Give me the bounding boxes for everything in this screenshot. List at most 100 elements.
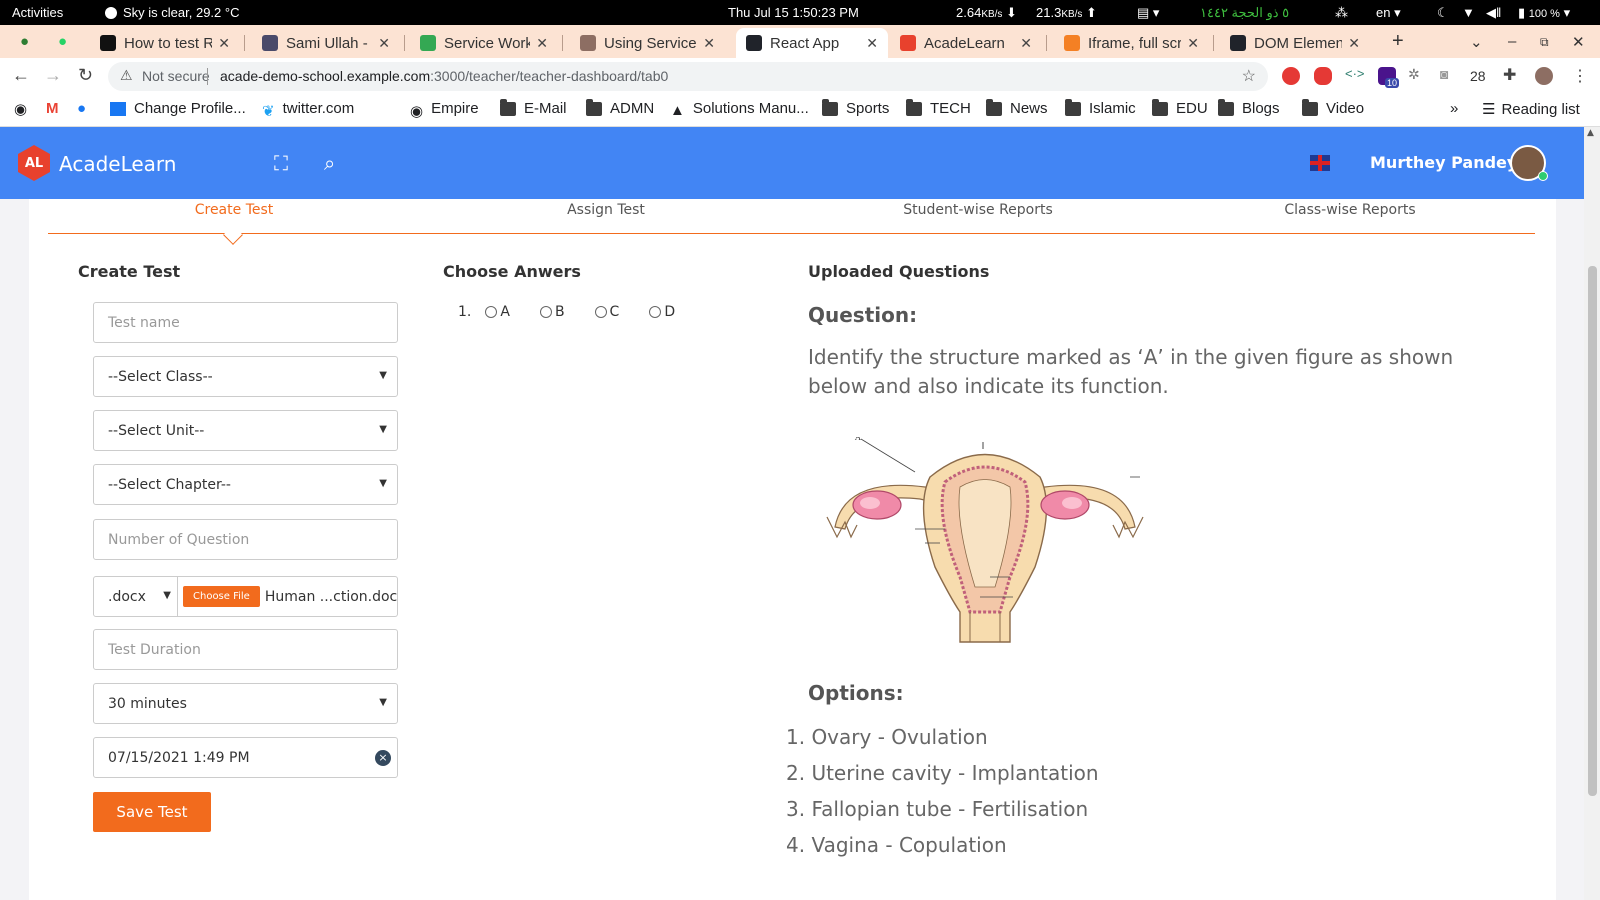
brand-name[interactable]: AcadeLearn: [59, 152, 176, 176]
back-button[interactable]: ←: [12, 65, 30, 86]
bookmark-star-icon[interactable]: ☆: [1242, 66, 1256, 86]
save-test-button[interactable]: Save Test: [93, 792, 211, 832]
bookmark-item[interactable]: News: [986, 98, 1048, 117]
language-indicator[interactable]: en ▾: [1376, 5, 1401, 21]
bookmark-item[interactable]: Sports: [822, 98, 889, 117]
tab-close-icon[interactable]: ✕: [1020, 35, 1032, 52]
bookmark-item[interactable]: E-Mail: [500, 98, 567, 117]
bookmark-item[interactable]: Change Profile...: [110, 100, 246, 117]
bookmark-item[interactable]: Blogs: [1218, 98, 1280, 117]
facebook-icon[interactable]: ●: [77, 100, 86, 117]
bookmark-item[interactable]: TECH: [906, 98, 971, 117]
bookmark-item[interactable]: ADMN: [586, 98, 654, 117]
tab-close-icon[interactable]: ✕: [1187, 35, 1199, 52]
test-name-input[interactable]: Test name: [93, 302, 398, 343]
uk-flag-icon[interactable]: [1310, 155, 1330, 171]
browser-tab[interactable]: AcadeLearn ✕: [890, 28, 1042, 58]
clear-datetime-icon[interactable]: ×: [375, 750, 391, 766]
unit-select[interactable]: --Select Unit-- ▼: [93, 410, 398, 451]
reload-button[interactable]: ↻: [78, 65, 93, 86]
browser-tab[interactable]: How to test RE ✕: [90, 28, 240, 58]
radio-button[interactable]: [594, 306, 607, 318]
tab-class-wise-reports[interactable]: Class-wise Reports: [1164, 202, 1536, 218]
choose-file-button[interactable]: Choose File: [183, 586, 260, 607]
gmail-icon[interactable]: M: [46, 100, 59, 117]
tab-create-test[interactable]: Create Test: [48, 202, 420, 218]
tab-close-icon[interactable]: ✕: [1348, 35, 1360, 52]
class-select[interactable]: --Select Class-- ▼: [93, 356, 398, 397]
wifi-icon[interactable]: ▼: [1462, 5, 1475, 20]
clock[interactable]: Thu Jul 15 1:50:23 PM: [728, 5, 859, 20]
pinned-tab-leaf-icon[interactable]: ●: [20, 33, 29, 50]
profile-avatar-icon[interactable]: [1535, 67, 1553, 85]
battery-indicator[interactable]: ▮ 100 % ▾: [1518, 5, 1570, 21]
url-text[interactable]: acade-demo-school.example.com:3000/teach…: [220, 68, 668, 84]
radio-button[interactable]: [539, 306, 552, 318]
browser-tab[interactable]: Sami Ullah - In ✕: [252, 28, 400, 58]
restore-window-button[interactable]: ⧉: [1540, 35, 1549, 50]
activities-button[interactable]: Activities: [12, 5, 63, 20]
answer-option-c[interactable]: C: [594, 304, 619, 320]
radio-button[interactable]: [649, 306, 662, 318]
tab-close-icon[interactable]: ✕: [536, 35, 548, 52]
bookmark-item[interactable]: ❦ twitter.com: [262, 100, 354, 120]
browser-tab[interactable]: Iframe, full scr ✕: [1054, 28, 1209, 58]
answer-option-b[interactable]: B: [539, 304, 565, 320]
apps-indicator-icon[interactable]: ⁂: [1335, 5, 1348, 21]
opera-extension-icon[interactable]: [1314, 67, 1332, 85]
camera-extension-icon[interactable]: ◙: [1440, 66, 1458, 84]
answer-option-a[interactable]: A: [485, 304, 510, 320]
pinned-tab-whatsapp-icon[interactable]: ●: [58, 33, 67, 50]
forward-button[interactable]: →: [44, 65, 62, 86]
scroll-up-arrow-icon[interactable]: ▲: [1587, 128, 1594, 138]
tab-close-icon[interactable]: ✕: [703, 35, 715, 52]
bookmark-item[interactable]: Islamic: [1065, 98, 1136, 117]
radio-button[interactable]: [485, 306, 498, 318]
datetime-input[interactable]: 07/15/2021 1:49 PM ×: [93, 737, 398, 778]
number-of-questions-input[interactable]: Number of Question: [93, 519, 398, 560]
browser-tab[interactable]: Using Service ✕: [570, 28, 725, 58]
bookmark-item[interactable]: ▲ Solutions Manu...: [670, 100, 809, 119]
tab-assign-test[interactable]: Assign Test: [420, 202, 792, 218]
close-window-button[interactable]: ✕: [1572, 33, 1585, 51]
more-bookmarks-button[interactable]: »: [1450, 100, 1458, 117]
extensions-puzzle-icon[interactable]: ✚: [1503, 65, 1521, 84]
file-type-select[interactable]: .docx ▼: [93, 576, 178, 617]
new-tab-button[interactable]: +: [1392, 30, 1404, 53]
code-extension-icon[interactable]: <·>: [1345, 66, 1365, 84]
bookmark-item[interactable]: Video: [1302, 98, 1364, 117]
file-upload-input[interactable]: Choose File Human ...ction.docx: [178, 576, 398, 617]
scrollbar-thumb[interactable]: [1588, 266, 1597, 796]
duration-select[interactable]: 30 minutes ▼: [93, 683, 398, 724]
tab-close-icon[interactable]: ✕: [218, 35, 230, 52]
adblock-extension-icon[interactable]: [1282, 67, 1300, 85]
address-bar[interactable]: ⚠ Not secure acade-demo-school.example.c…: [108, 62, 1268, 91]
volume-icon[interactable]: ◀ǁ: [1486, 5, 1501, 21]
weather-indicator[interactable]: Sky is clear, 29.2 °C: [105, 5, 239, 20]
browser-tab[interactable]: Service Worke ✕: [410, 28, 558, 58]
bookmark-item[interactable]: EDU: [1152, 98, 1208, 117]
browser-menu-icon[interactable]: ⋮: [1572, 66, 1588, 86]
user-name[interactable]: Murthey Pandey: [1370, 153, 1517, 172]
tab-close-icon[interactable]: ✕: [866, 35, 878, 52]
color-picker-extension-icon[interactable]: ✲: [1408, 66, 1426, 84]
security-label[interactable]: Not secure: [142, 68, 210, 84]
clipboard-icon[interactable]: ▤ ▾: [1137, 5, 1159, 21]
bookmark-item[interactable]: ◉ Empire: [410, 100, 479, 120]
extension-count-badge[interactable]: 28: [1470, 68, 1486, 84]
acadelearn-logo-icon[interactable]: AL: [18, 145, 50, 181]
chrome-apps-icon[interactable]: ◉: [14, 100, 27, 118]
not-secure-warning-icon[interactable]: ⚠: [120, 67, 133, 84]
chapter-select[interactable]: --Select Chapter-- ▼: [93, 464, 398, 505]
browser-tab[interactable]: DOM Element ✕: [1220, 28, 1370, 58]
night-light-icon[interactable]: ☾: [1437, 5, 1449, 21]
fullscreen-icon[interactable]: ⛶: [274, 151, 288, 175]
tab-search-icon[interactable]: ⌄: [1470, 33, 1483, 51]
browser-tab[interactable]: React App ✕: [736, 28, 888, 58]
minimize-window-button[interactable]: –: [1508, 33, 1516, 50]
tab-close-icon[interactable]: ✕: [378, 35, 390, 52]
search-icon[interactable]: ⌕: [324, 151, 335, 175]
tab-student-wise-reports[interactable]: Student-wise Reports: [792, 202, 1164, 218]
test-duration-input[interactable]: Test Duration: [93, 629, 398, 670]
reading-list-button[interactable]: ☰ Reading list: [1482, 100, 1580, 119]
